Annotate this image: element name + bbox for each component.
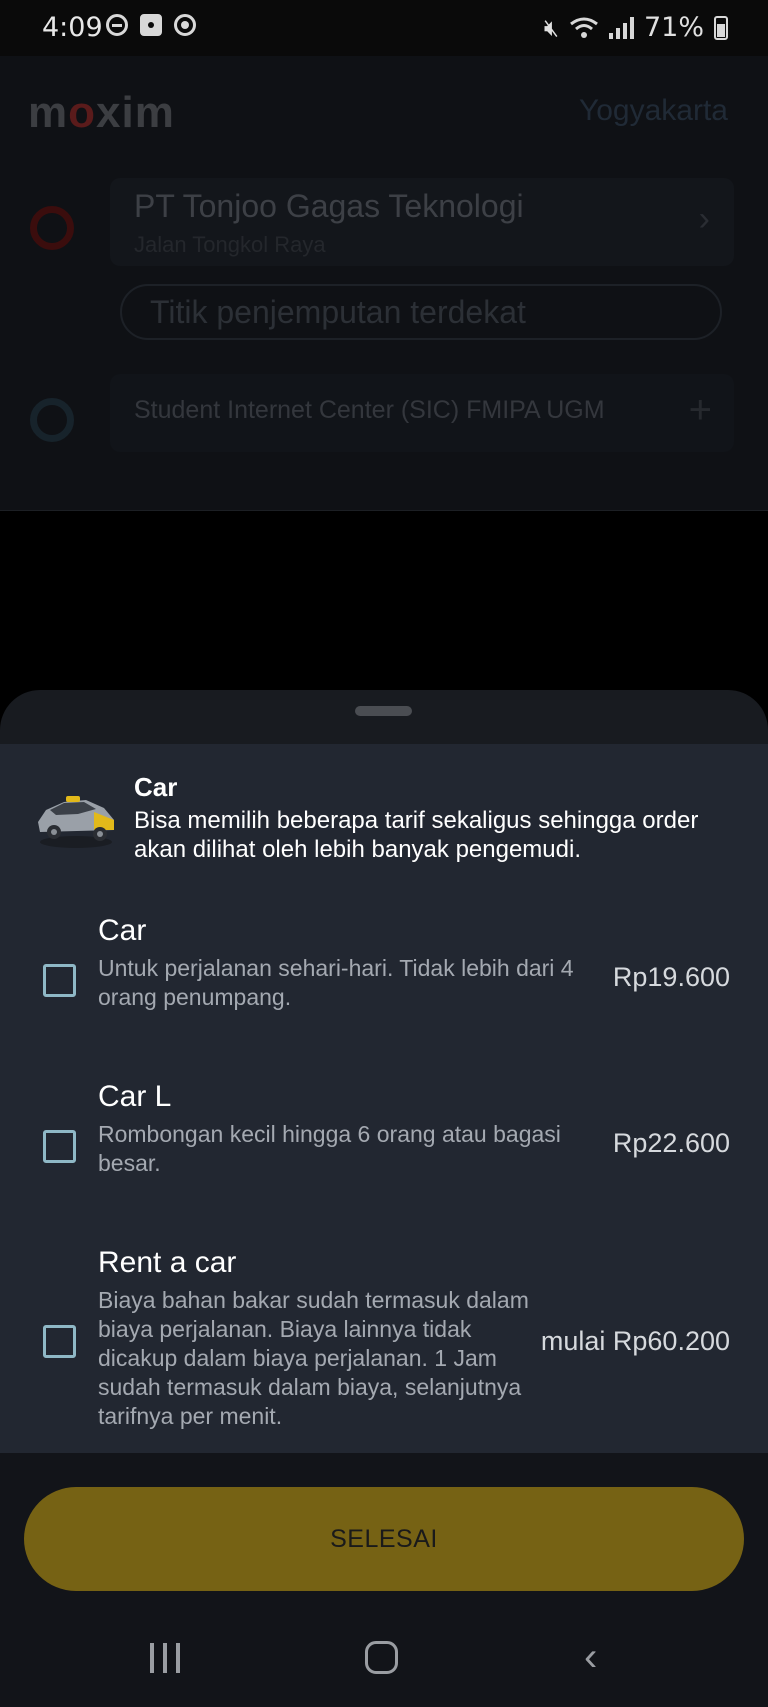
sheet-drag-area[interactable]	[0, 690, 768, 744]
pickup-title: PT Tonjoo Gagas Teknologi	[134, 188, 524, 224]
status-time: 4:09	[42, 12, 103, 43]
add-stop-icon: +	[688, 388, 712, 432]
app-logo: moxim	[28, 88, 175, 137]
home-icon[interactable]	[365, 1641, 398, 1674]
sheet-footer: SELESAI ‹	[0, 1453, 768, 1707]
option-title: Car	[98, 914, 147, 947]
system-nav-bar: ‹	[0, 1627, 768, 1707]
tariff-sheet: Car Bisa memilih beberapa tarif sekaligu…	[0, 744, 768, 1453]
signal-icon	[608, 16, 634, 39]
city-label: Yogyakarta	[578, 94, 728, 127]
pickup-card: PT Tonjoo Gagas Teknologi Jalan Tongkol …	[110, 178, 734, 266]
car-icon	[38, 796, 114, 848]
status-system-icons: 🔇︎ 71%	[544, 12, 728, 43]
destination-marker-icon	[30, 398, 74, 442]
sheet-title: Car	[134, 772, 178, 802]
done-button-label: SELESAI	[330, 1524, 438, 1553]
back-icon[interactable]: ‹	[584, 1637, 597, 1677]
option-price: Rp19.600	[612, 962, 730, 992]
wifi-icon	[570, 17, 598, 38]
battery-percent: 71%	[643, 12, 704, 43]
sync-icon	[174, 14, 196, 36]
status-notification-icons	[106, 14, 196, 36]
option-description: Untuk perjalanan sehari-hari. Tidak lebi…	[98, 955, 574, 1010]
nearest-pickup-label: Titik penjemputan terdekat	[150, 294, 526, 330]
mute-icon: 🔇︎	[543, 13, 559, 42]
done-button[interactable]: SELESAI	[24, 1487, 744, 1591]
checkbox[interactable]	[43, 1325, 76, 1358]
option-description: Biaya bahan bakar sudah termasuk dalam b…	[98, 1287, 529, 1429]
background-route-screen: moxim Yogyakarta PT Tonjoo Gagas Teknolo…	[0, 56, 768, 511]
battery-icon	[714, 15, 728, 40]
option-title: Rent a car	[98, 1246, 237, 1279]
app-notification-icon	[140, 14, 162, 36]
recent-apps-icon[interactable]	[150, 1643, 180, 1673]
destination-title: Student Internet Center (SIC) FMIPA UGM	[134, 396, 605, 424]
do-not-disturb-icon	[106, 14, 128, 36]
pickup-subtitle: Jalan Tongkol Raya	[134, 232, 326, 257]
option-price: Rp22.600	[612, 1128, 730, 1158]
option-title: Car L	[98, 1080, 172, 1113]
nearest-pickup-field: Titik penjemputan terdekat	[120, 284, 722, 340]
chevron-right-icon: ›	[698, 200, 710, 238]
destination-card: Student Internet Center (SIC) FMIPA UGM …	[110, 374, 734, 452]
checkbox[interactable]	[43, 1130, 76, 1163]
pickup-marker-icon	[30, 206, 74, 250]
option-price: mulai Rp60.200	[540, 1326, 730, 1356]
sheet-description: Bisa memilih beberapa tarif sekaligus se…	[134, 807, 699, 863]
status-bar: 4:09 🔇︎ 71%	[0, 0, 768, 56]
option-description: Rombongan kecil hingga 6 orang atau baga…	[98, 1121, 561, 1176]
checkbox[interactable]	[43, 964, 76, 997]
drag-handle[interactable]	[355, 706, 412, 716]
